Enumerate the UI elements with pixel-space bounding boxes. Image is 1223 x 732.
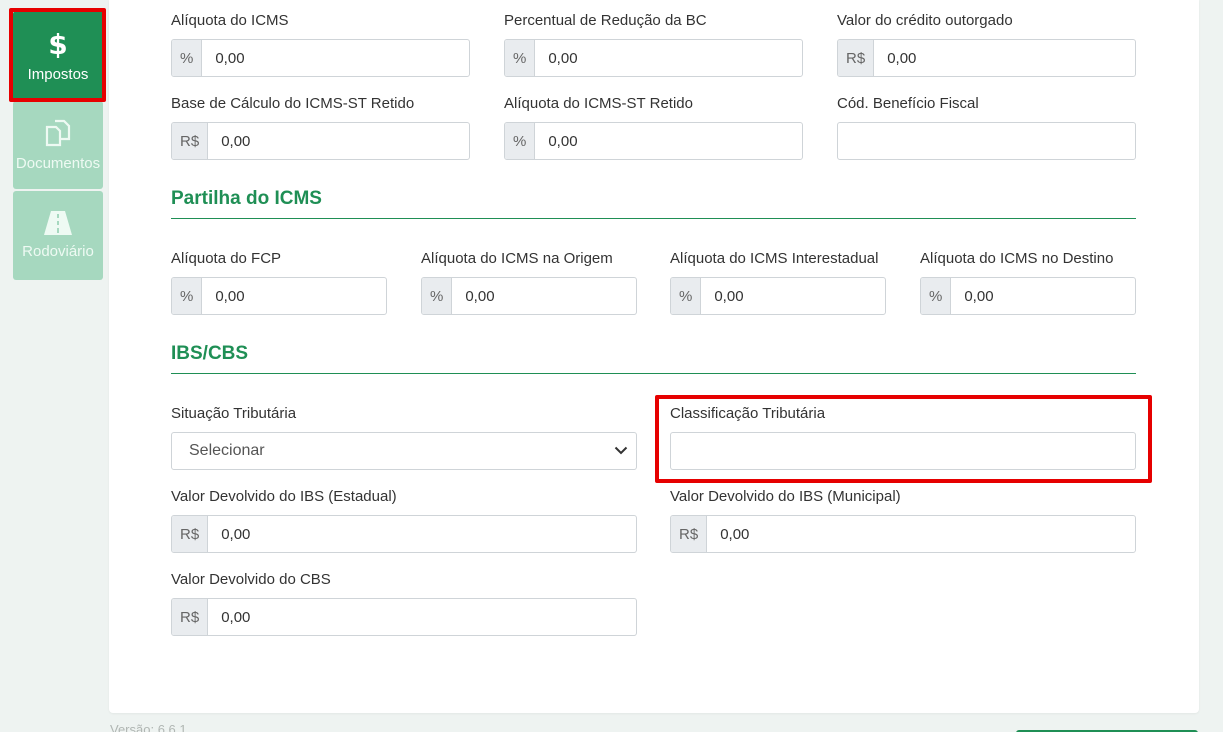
road-icon — [43, 211, 73, 235]
cod-beneficio-input[interactable] — [837, 122, 1136, 160]
aliquota-interestadual-input[interactable]: % 0,00 — [670, 277, 886, 315]
field-label: Valor Devolvido do CBS — [171, 571, 331, 588]
ibs-municipal-input[interactable]: R$ 0,00 — [670, 515, 1136, 553]
field-label: Alíquota do ICMS na Origem — [421, 250, 613, 267]
aliquota-icms-input[interactable]: % 0,00 — [171, 39, 470, 77]
svg-text:$: $ — [48, 30, 67, 58]
input-value[interactable]: 0,00 — [202, 278, 386, 314]
bc-st-retido-input[interactable]: R$ 0,00 — [171, 122, 470, 160]
field-aliquota-fcp: Alíquota do FCP % 0,00 — [171, 249, 387, 315]
field-bc-st-retido: Base de Cálculo do ICMS-ST Retido R$ 0,0… — [171, 94, 470, 160]
percent-addon: % — [921, 278, 952, 314]
field-classificacao-tributaria: Classificação Tributária — [670, 404, 1136, 470]
field-cod-beneficio: Cód. Benefício Fiscal — [837, 94, 1136, 160]
currency-addon: R$ — [172, 123, 209, 159]
section-divider — [171, 373, 1136, 374]
input-value[interactable]: 0,00 — [874, 40, 1135, 76]
field-label: Percentual de Redução da BC — [504, 12, 707, 29]
field-reducao-bc: Percentual de Redução da BC % 0,00 — [504, 11, 803, 77]
currency-addon: R$ — [838, 40, 875, 76]
field-label: Alíquota do FCP — [171, 250, 282, 267]
section-title-partilha: Partilha do ICMS — [171, 188, 322, 209]
section-divider — [171, 218, 1136, 219]
reducao-bc-input[interactable]: % 0,00 — [504, 39, 803, 77]
aliquota-st-retido-input[interactable]: % 0,00 — [504, 122, 803, 160]
sidebar-item-impostos[interactable]: $ Impostos — [13, 11, 103, 101]
sidebar-item-label: Impostos — [27, 65, 89, 83]
situacao-tributaria-select[interactable]: Selecionar — [171, 432, 637, 470]
sidebar: $ Impostos Documentos Rodoviário — [0, 0, 108, 732]
percent-addon: % — [172, 40, 203, 76]
input-value[interactable]: 0,00 — [535, 123, 802, 159]
field-label: Alíquota do ICMS — [171, 12, 289, 29]
input-value[interactable]: 0,00 — [202, 40, 469, 76]
documents-icon — [43, 119, 73, 147]
field-label: Cód. Benefício Fiscal — [837, 95, 979, 112]
sidebar-item-documentos[interactable]: Documentos — [13, 101, 103, 189]
percent-addon: % — [422, 278, 453, 314]
input-value[interactable]: 0,00 — [208, 516, 636, 552]
ibs-estadual-input[interactable]: R$ 0,00 — [171, 515, 637, 553]
classificacao-tributaria-input[interactable] — [670, 432, 1136, 470]
percent-addon: % — [505, 40, 536, 76]
sidebar-item-rodoviario[interactable]: Rodoviário — [13, 191, 103, 280]
field-aliquota-destino: Alíquota do ICMS no Destino % 0,00 — [920, 249, 1136, 315]
input-value[interactable]: 0,00 — [951, 278, 1135, 314]
field-cbs: Valor Devolvido do CBS R$ 0,00 — [171, 570, 637, 636]
currency-addon: R$ — [172, 599, 209, 635]
percent-addon: % — [505, 123, 536, 159]
input-value[interactable]: 0,00 — [535, 40, 802, 76]
currency-addon: R$ — [671, 516, 708, 552]
version-text: Versão: 6.6.1 — [110, 722, 187, 732]
cbs-input[interactable]: R$ 0,00 — [171, 598, 637, 636]
field-situacao-tributaria: Situação Tributária Selecionar — [171, 404, 637, 470]
input-value[interactable]: 0,00 — [208, 599, 636, 635]
aliquota-destino-input[interactable]: % 0,00 — [920, 277, 1136, 315]
field-aliquota-st-retido: Alíquota do ICMS-ST Retido % 0,00 — [504, 94, 803, 160]
field-label: Base de Cálculo do ICMS-ST Retido — [171, 95, 415, 112]
field-label: Situação Tributária — [171, 405, 297, 422]
percent-addon: % — [172, 278, 203, 314]
aliquota-fcp-input[interactable]: % 0,00 — [171, 277, 387, 315]
field-aliquota-icms: Alíquota do ICMS % 0,00 — [171, 11, 470, 77]
chevron-down-icon — [614, 442, 628, 460]
field-ibs-estadual: Valor Devolvido do IBS (Estadual) R$ 0,0… — [171, 487, 637, 553]
field-aliquota-interestadual: Alíquota do ICMS Interestadual % 0,00 — [670, 249, 886, 315]
input-value[interactable]: 0,00 — [701, 278, 885, 314]
input-value[interactable]: 0,00 — [452, 278, 636, 314]
aliquota-origem-input[interactable]: % 0,00 — [421, 277, 637, 315]
field-label: Valor do crédito outorgado — [837, 12, 1013, 29]
section-title-ibs-cbs: IBS/CBS — [171, 343, 249, 364]
field-ibs-municipal: Valor Devolvido do IBS (Municipal) R$ 0,… — [670, 487, 1136, 553]
field-label: Valor Devolvido do IBS (Municipal) — [670, 488, 901, 505]
sidebar-item-label: Rodoviário — [22, 243, 94, 260]
select-value: Selecionar — [189, 442, 265, 459]
input-value[interactable]: 0,00 — [208, 123, 469, 159]
dollar-icon: $ — [48, 30, 68, 58]
field-label: Alíquota do ICMS Interestadual — [670, 250, 879, 267]
sidebar-item-label: Documentos — [15, 154, 101, 172]
field-label: Alíquota do ICMS no Destino — [920, 250, 1114, 267]
field-label: Alíquota do ICMS-ST Retido — [504, 95, 693, 112]
field-label: Valor Devolvido do IBS (Estadual) — [171, 488, 397, 505]
percent-addon: % — [671, 278, 702, 314]
credito-outorgado-input[interactable]: R$ 0,00 — [837, 39, 1136, 77]
field-label: Classificação Tributária — [670, 405, 826, 422]
field-aliquota-origem: Alíquota do ICMS na Origem % 0,00 — [421, 249, 637, 315]
input-value[interactable]: 0,00 — [707, 516, 1135, 552]
currency-addon: R$ — [172, 516, 209, 552]
field-credito-outorgado: Valor do crédito outorgado R$ 0,00 — [837, 11, 1136, 77]
